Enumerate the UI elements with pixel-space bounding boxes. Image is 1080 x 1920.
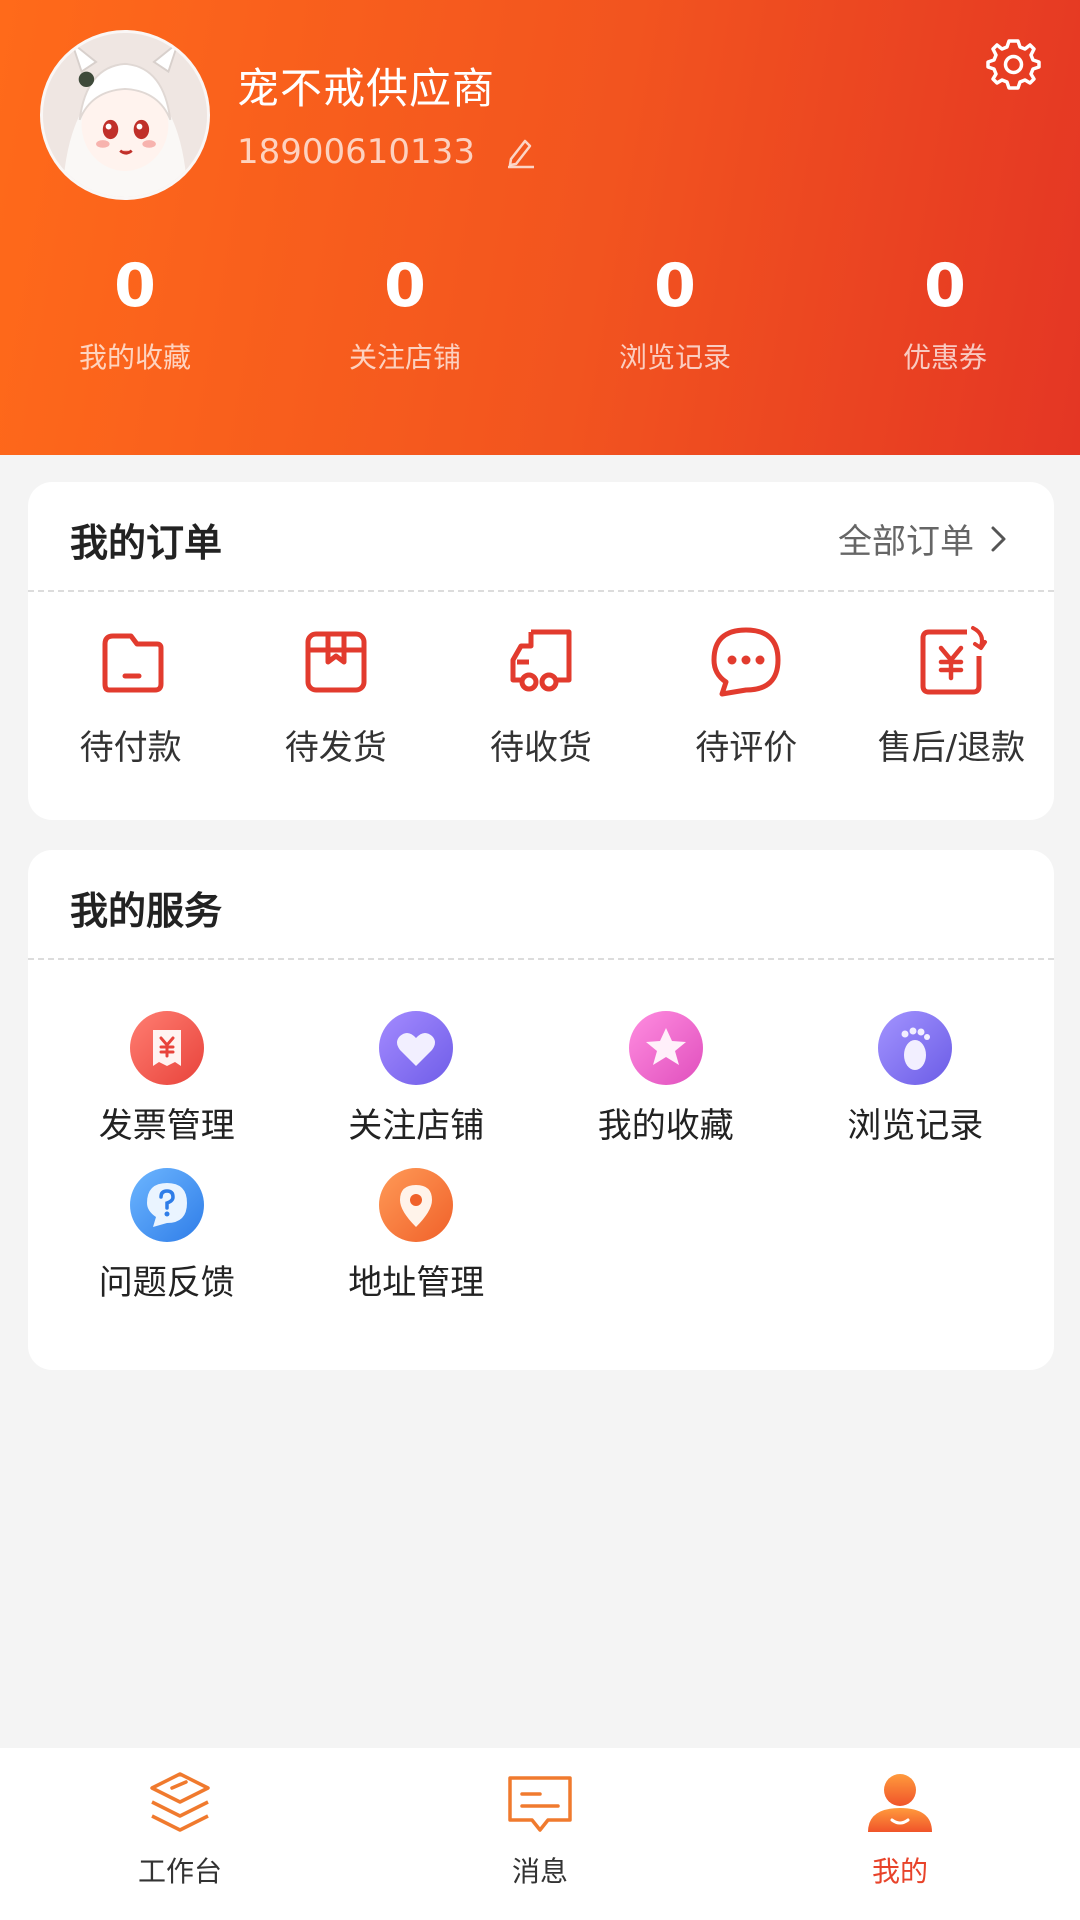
tab-label: 工作台 [137, 1855, 222, 1888]
order-pending-payment[interactable]: 待付款 [28, 622, 233, 820]
stats-row: 0 我的收藏 0 关注店铺 0 浏览记录 0 优惠券 [0, 250, 1080, 376]
profile-header: 宠不戒供应商 18900610133 0 我的收藏 0 关注店铺 0 浏览记录 … [0, 0, 1080, 455]
order-status-row: 待付款 待发货 待收货 待评价 售后/退款 [28, 592, 1054, 820]
chat-bubble-icon [711, 627, 781, 697]
service-label: 关注店铺 [348, 1106, 485, 1146]
stat-value: 0 [924, 251, 966, 321]
avatar-image [43, 33, 207, 197]
shop-name: 宠不戒供应商 [237, 64, 496, 113]
service-favorites[interactable]: 我的收藏 [541, 960, 791, 1146]
stat-label: 浏览记录 [618, 341, 731, 374]
wallet-icon [102, 633, 164, 693]
service-label: 问题反馈 [98, 1263, 235, 1303]
workbench-icon [150, 1772, 210, 1832]
stat-value: 0 [384, 251, 426, 321]
phone-number: 18900610133 [237, 132, 475, 172]
services-title: 我的服务 [70, 889, 223, 933]
stat-coupons[interactable]: 0 优惠券 [810, 250, 1080, 376]
service-invoice[interactable]: 发票管理 [42, 960, 292, 1146]
box-icon [305, 631, 367, 693]
services-card-header: 我的服务 [28, 850, 1054, 960]
location-pin-icon [379, 1168, 454, 1242]
star-icon [628, 1011, 703, 1085]
order-label: 待收货 [490, 728, 592, 768]
edit-pencil-icon[interactable] [503, 135, 537, 169]
service-followed-shops[interactable]: 关注店铺 [292, 960, 542, 1146]
stat-label: 优惠券 [902, 341, 987, 374]
stat-value: 0 [654, 251, 696, 321]
order-pending-shipment[interactable]: 待发货 [233, 622, 438, 820]
orders-card-header: 我的订单 全部订单 [28, 482, 1054, 592]
order-pending-receipt[interactable]: 待收货 [438, 622, 643, 820]
settings-gear-icon[interactable] [985, 35, 1041, 91]
heart-icon [379, 1011, 454, 1085]
service-label: 发票管理 [98, 1106, 235, 1146]
all-orders-link[interactable]: 全部订单 [838, 514, 1010, 563]
stat-followed-shops[interactable]: 0 关注店铺 [270, 250, 540, 376]
stat-label: 我的收藏 [78, 341, 191, 374]
services-card: 我的服务 发票管理 关注店铺 我的收藏 浏览记录 问题反馈 地址管理 [28, 850, 1054, 1370]
order-label: 待付款 [79, 728, 182, 768]
service-browse-history[interactable]: 浏览记录 [791, 960, 1041, 1146]
tab-mine[interactable]: 我的 [720, 1748, 1080, 1920]
service-feedback[interactable]: 问题反馈 [42, 1145, 292, 1305]
orders-title: 我的订单 [70, 521, 223, 565]
tab-messages[interactable]: 消息 [360, 1748, 720, 1920]
avatar[interactable] [40, 30, 210, 200]
footprint-icon [878, 1011, 953, 1085]
chevron-right-icon [991, 526, 1006, 551]
invoice-icon [129, 1011, 204, 1085]
order-after-sale-refund[interactable]: 售后/退款 [849, 622, 1054, 820]
stat-label: 关注店铺 [348, 341, 461, 374]
tab-label: 消息 [511, 1855, 568, 1888]
phone-row: 18900610133 [237, 132, 537, 172]
order-pending-review[interactable]: 待评价 [644, 622, 849, 820]
message-icon [508, 1776, 572, 1832]
orders-card: 我的订单 全部订单 待付款 待发货 待收货 待评价 售后/退款 [28, 482, 1054, 820]
truck-icon [510, 629, 572, 692]
all-orders-label: 全部订单 [838, 522, 974, 562]
stat-browse-history[interactable]: 0 浏览记录 [540, 250, 810, 376]
order-label: 待评价 [695, 728, 798, 768]
stat-value: 0 [114, 251, 156, 321]
service-grid: 发票管理 关注店铺 我的收藏 浏览记录 问题反馈 地址管理 [28, 960, 1054, 1305]
bottom-tab-bar: 工作台 消息 我的 [0, 1748, 1080, 1920]
service-label: 浏览记录 [847, 1106, 984, 1146]
order-label: 售后/退款 [877, 728, 1026, 768]
tab-label: 我的 [871, 1855, 928, 1888]
user-icon [868, 1774, 932, 1832]
question-icon [129, 1168, 204, 1242]
tab-workbench[interactable]: 工作台 [0, 1748, 360, 1920]
stat-favorites[interactable]: 0 我的收藏 [0, 250, 270, 376]
refund-icon [920, 626, 988, 695]
order-label: 待发货 [284, 728, 387, 768]
service-label: 我的收藏 [597, 1106, 734, 1146]
service-label: 地址管理 [348, 1263, 485, 1303]
service-address[interactable]: 地址管理 [292, 1145, 542, 1305]
